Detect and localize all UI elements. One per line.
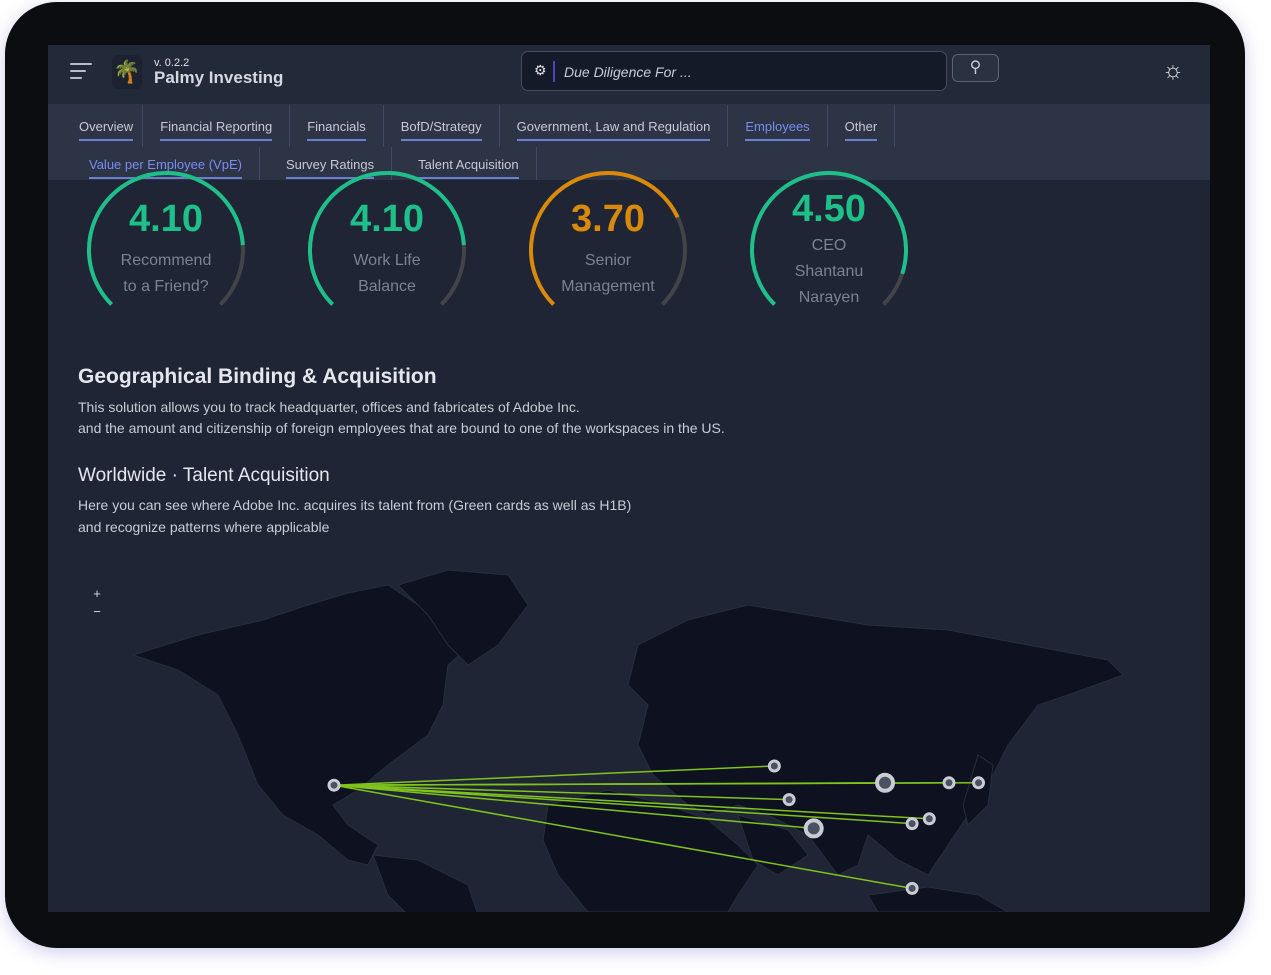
talent-desc-1: Here you can see where Adobe Inc. acquir… bbox=[78, 497, 632, 513]
gauge-label: Balance bbox=[358, 278, 416, 295]
section-title: Geographical Binding & Acquisition bbox=[78, 365, 437, 388]
palm-tree-icon[interactable]: 🌴 bbox=[112, 55, 142, 89]
rating-gauges: 4.10 Recommend to a Friend? 4.10 Work Life Ba… bbox=[48, 171, 1210, 320]
tab-label: Government, Law and Regulation bbox=[516, 111, 711, 141]
destination-marker[interactable] bbox=[905, 817, 919, 831]
gauge: 3.70 Senior Management bbox=[523, 171, 693, 320]
tab-employees[interactable]: Employees bbox=[728, 105, 828, 147]
gauge-label: Shantanu bbox=[794, 263, 864, 280]
tab-financial-reporting[interactable]: Financial Reporting bbox=[143, 105, 291, 147]
zoom-out-button[interactable]: − bbox=[90, 603, 104, 621]
destination-marker[interactable] bbox=[782, 793, 796, 807]
talent-desc-2: and recognize patterns where applicable bbox=[78, 519, 330, 535]
north-america bbox=[131, 584, 489, 866]
search-divider bbox=[553, 61, 555, 82]
section-desc-2: and the amount and citizenship of foreig… bbox=[78, 420, 725, 436]
continents bbox=[131, 569, 1124, 912]
hamburger-icon[interactable] bbox=[70, 63, 92, 84]
gauge-label: to a Friend? bbox=[123, 278, 209, 295]
tablet-frame: 🌴 v. 0.2.2 Palmy Investing ⚙ ⚲ ☼ Overvie… bbox=[5, 2, 1245, 948]
sun-icon[interactable]: ☼ bbox=[1162, 57, 1184, 85]
magnifier-icon: ⚲ bbox=[969, 59, 982, 76]
search-box: ⚙ bbox=[521, 51, 947, 91]
destination-marker[interactable] bbox=[767, 759, 781, 773]
top-bar: 🌴 v. 0.2.2 Palmy Investing ⚙ ⚲ ☼ bbox=[48, 45, 1210, 105]
gauge-value: 4.50 bbox=[792, 188, 866, 230]
destination-marker[interactable] bbox=[875, 772, 896, 793]
gauge-label: Recommend bbox=[120, 252, 212, 269]
gear-icon[interactable]: ⚙ bbox=[534, 62, 547, 79]
talent-title: Worldwide · Talent Acquisition bbox=[78, 465, 330, 486]
gauge-value: 4.10 bbox=[350, 198, 424, 240]
tab-label: Employees bbox=[745, 111, 810, 141]
gauge: 4.10 Recommend to a Friend? bbox=[81, 171, 251, 320]
tab-label: Financials bbox=[307, 111, 366, 141]
destination-marker[interactable] bbox=[803, 818, 824, 839]
tab-other[interactable]: Other bbox=[828, 105, 896, 147]
destination-marker[interactable] bbox=[905, 881, 919, 895]
brand-name[interactable]: Palmy Investing bbox=[154, 68, 283, 88]
destination-marker[interactable] bbox=[972, 776, 986, 790]
gauge-label: Narayen bbox=[798, 289, 860, 306]
tab-government[interactable]: Government, Law and Regulation bbox=[500, 105, 729, 147]
tab-financials[interactable]: Financials bbox=[290, 105, 384, 147]
tab-label: BofD/Strategy bbox=[400, 111, 482, 141]
gauge-label: Work Life bbox=[353, 252, 421, 269]
gauge: 4.10 Work Life Balance bbox=[302, 171, 472, 320]
destination-marker[interactable] bbox=[942, 776, 956, 790]
gauge-value: 4.10 bbox=[129, 198, 203, 240]
tab-bofd-strategy[interactable]: BofD/Strategy bbox=[384, 105, 500, 147]
map-zoom-controls: + − bbox=[90, 585, 104, 621]
gauge-value: 3.70 bbox=[571, 198, 645, 240]
search-input[interactable] bbox=[564, 60, 934, 84]
tab-label: Overview bbox=[79, 111, 134, 141]
south-america bbox=[372, 854, 478, 912]
section-desc-1: This solution allows you to track headqu… bbox=[78, 399, 580, 415]
indonesia bbox=[867, 886, 1010, 912]
tab-overview[interactable]: Overview bbox=[70, 105, 144, 147]
gauge: 4.50 CEO Shantanu Narayen bbox=[744, 171, 914, 320]
app-screen: 🌴 v. 0.2.2 Palmy Investing ⚙ ⚲ ☼ Overvie… bbox=[48, 45, 1210, 912]
zoom-in-button[interactable]: + bbox=[90, 585, 104, 603]
origin-marker[interactable] bbox=[327, 778, 341, 792]
tab-label: Financial Reporting bbox=[160, 111, 273, 141]
gauge-label: Senior bbox=[584, 252, 632, 269]
destination-marker[interactable] bbox=[922, 812, 936, 826]
gauge-label: Management bbox=[561, 278, 655, 295]
search-button[interactable]: ⚲ bbox=[952, 54, 999, 82]
gauge-label: CEO bbox=[811, 237, 847, 254]
tab-label: Other bbox=[844, 111, 878, 141]
